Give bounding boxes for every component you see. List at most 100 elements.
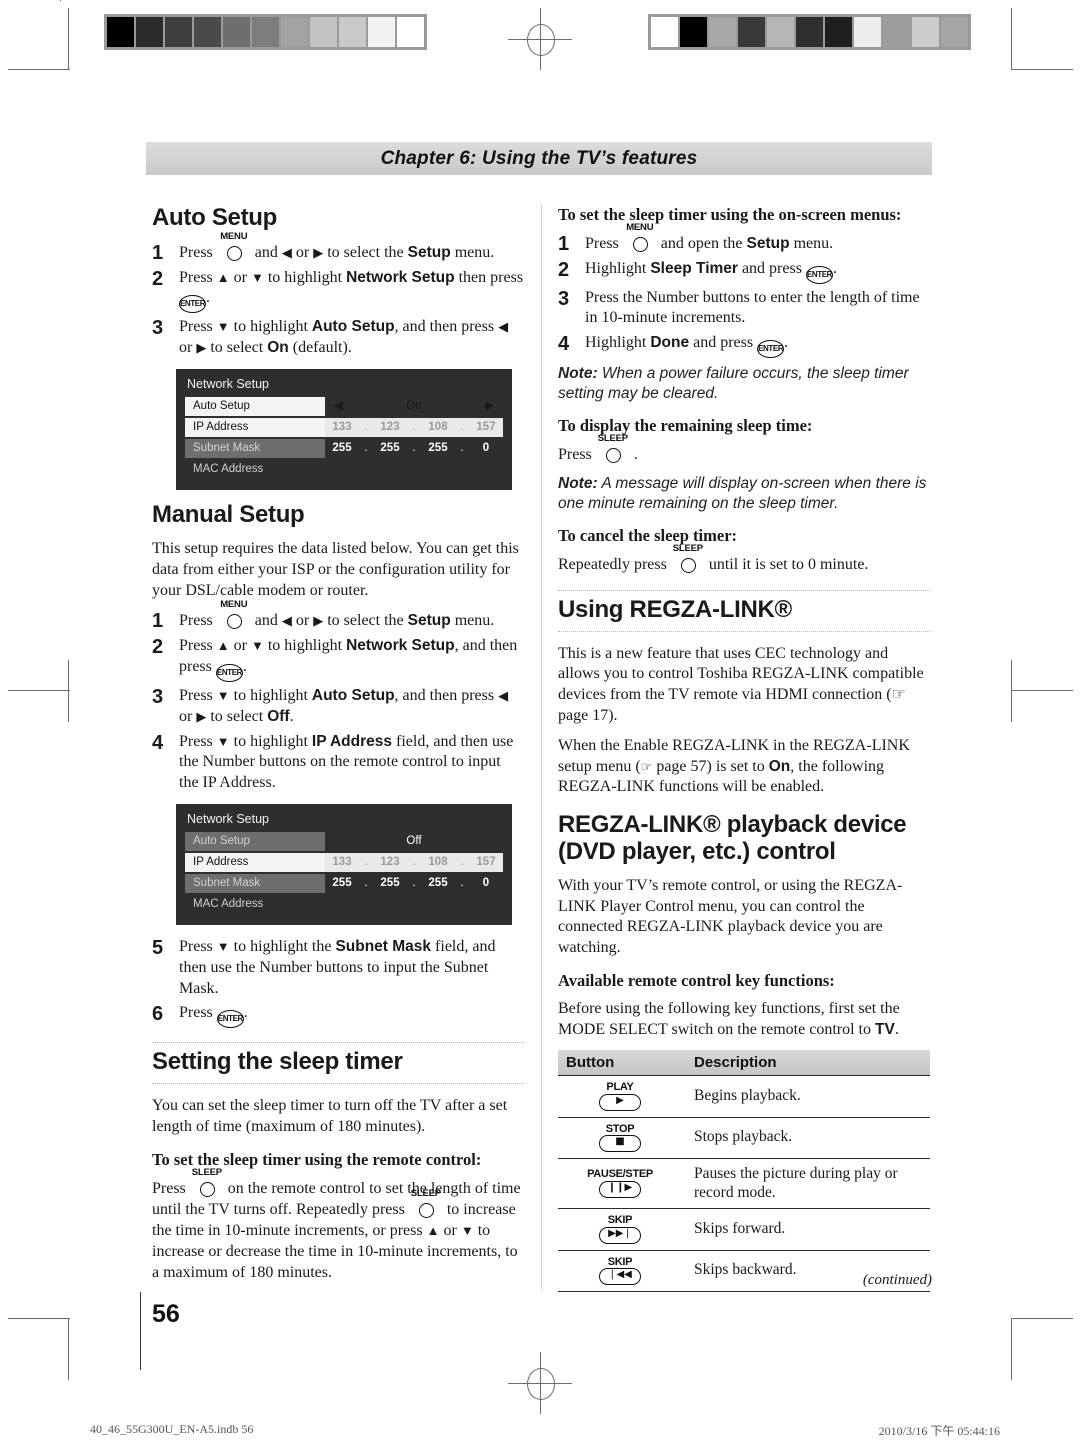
step-text: Press ▼ to highlight Auto Setup, and the…	[179, 318, 509, 357]
display-remaining-note-text: A message will display on-screen when th…	[558, 475, 927, 513]
osd-row-label: MAC Address	[193, 897, 264, 910]
step-number: 4	[152, 731, 164, 754]
osd-ip-value: 255. 255. 255. 0	[332, 876, 490, 889]
manual-setup-heading: Manual Setup	[152, 501, 305, 529]
osd-arrow-left-icon: ◀	[334, 400, 343, 413]
description-cell: Pauses the picture during play or record…	[686, 1158, 930, 1210]
osd-row-label: IP Address	[185, 852, 325, 872]
table-row: PLAY ▶ Begins playback.	[558, 1075, 930, 1118]
right-column: To set the sleep timer using the on-scre…	[558, 205, 930, 1292]
step-item: 6 Press ENTER.	[152, 1003, 524, 1029]
skip-backward-icon: ❘◀◀	[599, 1267, 641, 1285]
regza-rule-top	[558, 589, 930, 591]
sleep-timer-remote-body: Press SLEEP on the remote control to set…	[152, 1166, 521, 1281]
step-item: 3 Press the Number buttons to enter the l…	[558, 288, 930, 330]
step-number: 4	[558, 333, 570, 356]
step-text: Press MENU and open the Setup menu.	[585, 221, 834, 252]
osd-row-label: Subnet Mask	[185, 439, 325, 459]
button-cell: PAUSE/STEP ❙❙▶	[558, 1158, 686, 1210]
osd-row-value-cell: 133. 123. 108. 157	[325, 852, 503, 872]
auto-setup-heading: Auto Setup	[152, 204, 277, 231]
osd-row-label: IP Address	[185, 418, 325, 438]
description-cell: Stops playback.	[686, 1117, 930, 1159]
osd-ip-value: 255. 255. 255. 0	[332, 442, 490, 455]
osd-arrow-right-icon: ▶	[485, 400, 494, 413]
step-number: 2	[152, 267, 164, 290]
step-number: 2	[558, 258, 570, 281]
osd-title: Network Setup	[187, 811, 269, 826]
table-row: PAUSE/STEP ❙❙▶ Pauses the picture during p…	[558, 1158, 930, 1210]
available-keys-subheading: Available remote control key functions:	[558, 971, 835, 991]
osd-row-value: Off	[406, 834, 422, 847]
step-item: 2 Press ▲ or ▼ to highlight Network Setup…	[152, 268, 524, 314]
table-header-button: Button	[558, 1050, 686, 1077]
sleep-timer-heading: Setting the sleep timer	[152, 1048, 524, 1085]
osd-row-label: Auto Setup	[185, 831, 325, 851]
osd-ip-value: 133. 123. 108. 157	[332, 421, 496, 434]
table-header-description: Description	[686, 1050, 930, 1077]
step-text: Highlight Sleep Timer and press ENTER.	[585, 260, 837, 284]
playback-control-heading: REGZA-LINK® playback device (DVD player,…	[558, 811, 907, 866]
regza-paragraph-1: This is a new feature that uses CEC tech…	[558, 644, 924, 724]
osd-row-value-cell	[325, 895, 503, 914]
osd-row-label: MAC Address	[193, 463, 264, 476]
osd-row-value-cell: ◀ On ▶	[325, 397, 503, 416]
button-cell: STOP ■	[558, 1117, 686, 1159]
step-text: Press MENU and ◀ or ▶ to select the Setu…	[179, 599, 495, 630]
description-cell: Skips forward.	[686, 1208, 930, 1251]
table-row: SKIP ▶▶❘ Skips forward.	[558, 1208, 930, 1251]
step-number: 1	[152, 241, 164, 264]
sleep-timer-intro: You can set the sleep timer to turn off …	[152, 1097, 508, 1135]
footer-file-name: 40_46_55G300U_EN-A5.indb 56	[90, 1422, 254, 1436]
table-row: STOP ■ Stops playback.	[558, 1117, 930, 1159]
description-cell: Begins playback.	[686, 1075, 930, 1118]
step-text: Press ▼ to highlight the Subnet Mask fie…	[179, 937, 496, 997]
osd-row-value-cell: Off	[325, 832, 503, 851]
regza-paragraph-2: When the Enable REGZA-LINK in the REGZA-…	[558, 736, 910, 796]
remote-key-menu-icon: MENU	[217, 232, 251, 261]
remote-key-menu-icon: MENU	[217, 600, 251, 630]
osd-row: Subnet Mask 255. 255. 255. 0	[185, 439, 503, 459]
step-item: 3 Press ▼ to highlight Auto Setup, and th…	[152, 686, 524, 728]
step-number: 1	[152, 610, 164, 633]
osd-row-label: Subnet Mask	[185, 873, 325, 893]
button-name: SKIP	[607, 1255, 633, 1268]
osm-note-text: When a power failure occurs, the sleep t…	[558, 365, 909, 403]
step-number: 3	[558, 287, 570, 310]
manual-setup-steps-after: 5 Press ▼ to highlight the Subnet Mask fi…	[152, 937, 524, 1029]
table-header-row: Button Description	[558, 1050, 930, 1077]
chapter-header-banner: Chapter 6: Using the TV’s features	[146, 142, 932, 175]
osd-row: Auto Setup Off	[185, 831, 503, 851]
step-text: Press ENTER.	[179, 1004, 248, 1029]
step-number: 2	[152, 636, 164, 659]
auto-setup-steps: 1 Press MENU and ◀ or ▶ to select the Set…	[152, 232, 524, 359]
osd-row: IP Address 133. 123. 108. 157	[185, 418, 503, 438]
step-text: Press ▼ to highlight Auto Setup, and the…	[179, 686, 509, 725]
osd-row: Auto Setup ◀ On ▶	[185, 397, 503, 417]
osd-title: Network Setup	[187, 377, 269, 392]
manual-page: Chapter 6: Using the TV’s features Auto …	[0, 0, 1080, 1450]
step-item: 4 Highlight Done and press ENTER.	[558, 333, 930, 359]
osd-row-label: Auto Setup	[185, 397, 325, 417]
remote-key-sleep-icon: SLEEP	[671, 544, 705, 573]
remote-key-sleep-icon: SLEEP	[409, 1189, 443, 1219]
continued-label: (continued)	[862, 1272, 932, 1288]
page-number-rule	[140, 1292, 141, 1370]
pause-step-icon: ❙❙▶	[599, 1180, 641, 1198]
osm-note-label: Note:	[558, 365, 598, 383]
enter-key-icon: ENTER	[216, 1010, 244, 1029]
button-cell: SKIP ❘◀◀	[558, 1250, 686, 1292]
osd-row-value: On	[406, 400, 422, 413]
cancel-body: Repeatedly press SLEEP until it is set t…	[558, 542, 869, 573]
network-setup-osd-manual: Network Setup Auto Setup Off IP Address 133.…	[176, 803, 512, 925]
column-divider	[541, 205, 542, 1290]
step-item: 5 Press ▼ to highlight the Subnet Mask fi…	[152, 937, 524, 999]
step-text: Press the Number buttons to enter the le…	[585, 288, 920, 327]
step-item: 3 Press ▼ to highlight Auto Setup, and th…	[152, 317, 524, 359]
chapter-title: Chapter 6: Using the TV’s features	[380, 147, 698, 169]
manual-setup-steps: 1 Press MENU and ◀ or ▶ to select the Set…	[152, 599, 524, 794]
enter-key-icon: ENTER	[805, 265, 833, 284]
sleep-timer-rule-top	[152, 1042, 524, 1044]
osd-ip-value: 133. 123. 108. 157	[332, 855, 496, 868]
step-item: 1 Press MENU and ◀ or ▶ to select the Set…	[152, 232, 524, 264]
